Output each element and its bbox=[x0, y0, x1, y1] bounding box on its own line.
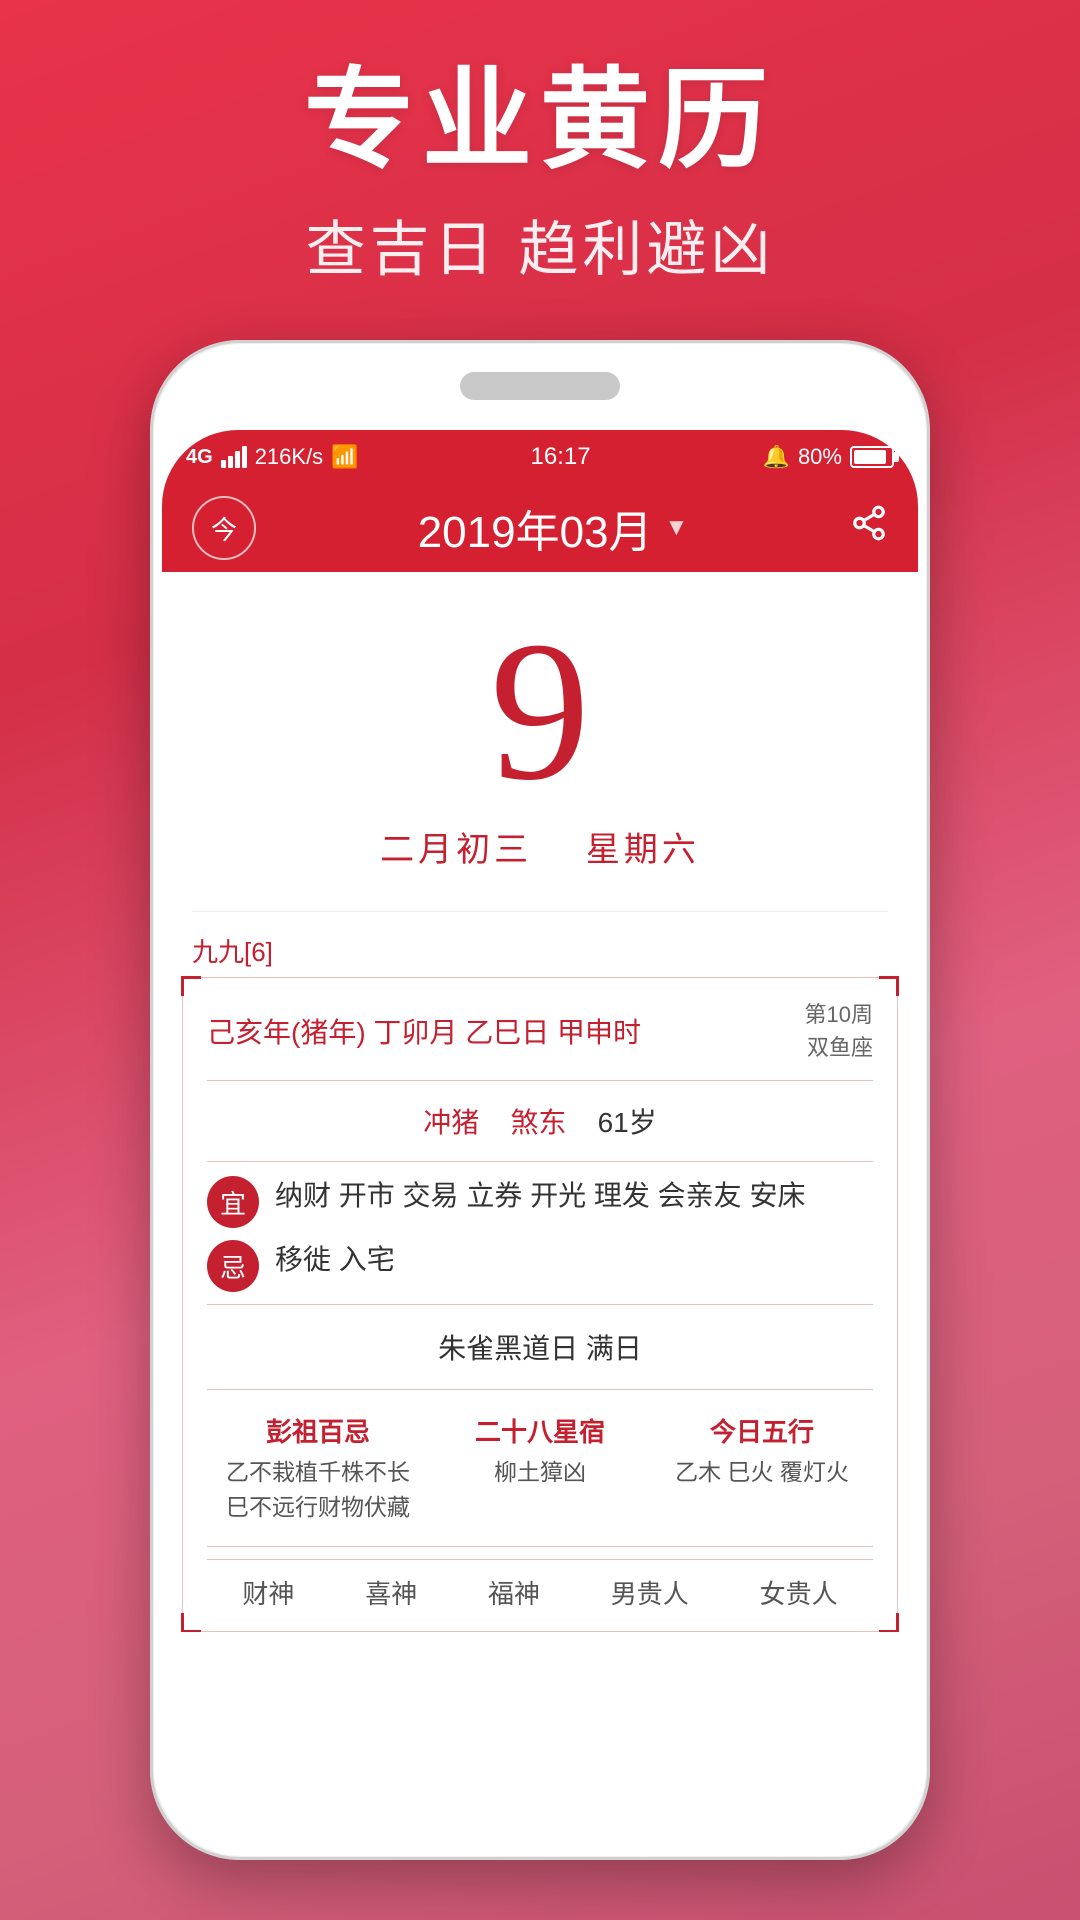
five-element-title: 今日五行 bbox=[655, 1412, 869, 1449]
star-28-title: 二十八星宿 bbox=[433, 1412, 647, 1449]
battery-fill bbox=[854, 450, 886, 464]
ji-content: 移徙 入宅 bbox=[275, 1238, 873, 1283]
month-display: 2019年03月 bbox=[418, 496, 653, 560]
ji-badge: 忌 bbox=[207, 1240, 259, 1292]
phone-screen: 4G 216K/s 📶 16:17 🔔 80% bbox=[162, 430, 918, 1848]
peng-zu-line1: 乙不栽植千株不长 bbox=[211, 1455, 425, 1490]
dropdown-arrow-icon: ▼ bbox=[665, 514, 689, 542]
god-male-noble: 男贵人 bbox=[611, 1574, 689, 1611]
peng-zu-item: 彭祖百忌 乙不栽植千株不长 巳不远行财物伏藏 bbox=[207, 1402, 429, 1534]
phone-mockup: 4G 216K/s 📶 16:17 🔔 80% bbox=[150, 340, 930, 1860]
peng-zu-line2: 巳不远行财物伏藏 bbox=[211, 1490, 425, 1525]
chong-label2: 煞东 bbox=[510, 1107, 566, 1138]
corner-br bbox=[879, 1613, 899, 1632]
today-button[interactable]: 今 bbox=[192, 496, 256, 560]
god-xishen: 喜神 bbox=[365, 1574, 417, 1611]
ji-row: 忌 移徙 入宅 bbox=[207, 1238, 873, 1292]
info-card: 己亥年(猪年) 丁卯月 乙巳日 甲申时 第10周 双鱼座 冲猪 煞东 bbox=[182, 977, 898, 1632]
status-left: 4G 216K/s 📶 bbox=[186, 444, 359, 470]
nine-nine-label: 九九[6] bbox=[162, 932, 918, 969]
yi-ji-section: 宜 纳财 开市 交易 立券 开光 理发 会亲友 安床 忌 移徙 入宅 bbox=[207, 1174, 873, 1292]
today-label: 今 bbox=[211, 510, 237, 547]
speed-label: 216K/s bbox=[255, 444, 324, 470]
status-bar: 4G 216K/s 📶 16:17 🔔 80% bbox=[162, 430, 918, 484]
card-divider-4 bbox=[207, 1389, 873, 1390]
peng-zu-content: 乙不栽植千株不长 巳不远行财物伏藏 bbox=[211, 1455, 425, 1524]
corner-bl bbox=[181, 1613, 201, 1632]
month-title[interactable]: 2019年03月 ▼ bbox=[418, 496, 689, 560]
phone-shell: 4G 216K/s 📶 16:17 🔔 80% bbox=[150, 340, 930, 1860]
lunar-label: 二月初三 bbox=[380, 831, 532, 869]
yi-badge: 宜 bbox=[207, 1176, 259, 1228]
star-28-item: 二十八星宿 柳土獐凶 bbox=[429, 1402, 651, 1534]
phone-speaker bbox=[460, 372, 620, 400]
card-divider-3 bbox=[207, 1304, 873, 1305]
card-divider-1 bbox=[207, 1080, 873, 1081]
chong-label1: 冲猪 bbox=[423, 1107, 479, 1138]
main-title: 专业黄历 bbox=[0, 60, 1080, 181]
ganzhi-row: 己亥年(猪年) 丁卯月 乙巳日 甲申时 第10周 双鱼座 bbox=[207, 998, 873, 1064]
status-time: 16:17 bbox=[531, 443, 591, 471]
top-divider bbox=[192, 911, 888, 912]
five-element-item: 今日五行 乙木 巳火 覆灯火 bbox=[651, 1402, 873, 1534]
god-fushen: 福神 bbox=[488, 1574, 540, 1611]
chong-age: 61岁 bbox=[598, 1107, 657, 1138]
yi-row: 宜 纳财 开市 交易 立券 开光 理发 会亲友 安床 bbox=[207, 1174, 873, 1228]
god-caishen: 财神 bbox=[242, 1574, 294, 1611]
weekday-label: 星期六 bbox=[586, 831, 700, 869]
card-divider-2 bbox=[207, 1161, 873, 1162]
big-date-number: 9 bbox=[162, 612, 918, 812]
app-header: 今 2019年03月 ▼ bbox=[162, 484, 918, 572]
yi-content: 纳财 开市 交易 立券 开光 理发 会亲友 安床 bbox=[275, 1174, 873, 1219]
signal-bars bbox=[221, 446, 247, 468]
star-28-content: 柳土獐凶 bbox=[433, 1455, 647, 1490]
bottom-gods-row: 财神 喜神 福神 男贵人 女贵人 bbox=[207, 1559, 873, 1611]
sub-title: 查吉日 趋利避凶 bbox=[0, 201, 1080, 288]
peng-zu-title: 彭祖百忌 bbox=[211, 1412, 425, 1449]
corner-tl bbox=[181, 976, 201, 996]
lunar-date: 二月初三 星期六 bbox=[162, 822, 918, 871]
status-right: 🔔 80% bbox=[763, 444, 894, 470]
date-display: 9 二月初三 星期六 bbox=[162, 572, 918, 891]
ganzhi-main: 己亥年(猪年) 丁卯月 乙巳日 甲申时 bbox=[207, 1011, 641, 1051]
info-grid: 彭祖百忌 乙不栽植千株不长 巳不远行财物伏藏 二十八星宿 柳土獐凶 bbox=[207, 1402, 873, 1534]
five-element-content: 乙木 巳火 覆灯火 bbox=[655, 1455, 869, 1490]
share-button[interactable] bbox=[850, 504, 888, 552]
chong-row: 冲猪 煞东 61岁 bbox=[207, 1093, 873, 1149]
background: 专业黄历 查吉日 趋利避凶 4G 216K/s bbox=[0, 0, 1080, 328]
god-female-noble: 女贵人 bbox=[760, 1574, 838, 1611]
zodiac-label: 双鱼座 bbox=[805, 1031, 873, 1064]
top-section: 专业黄历 查吉日 趋利避凶 bbox=[0, 0, 1080, 328]
week-label: 第10周 bbox=[805, 998, 873, 1031]
ganzhi-side: 第10周 双鱼座 bbox=[805, 998, 873, 1064]
special-day: 朱雀黑道日 满日 bbox=[207, 1317, 873, 1377]
wifi-icon: 📶 bbox=[331, 444, 358, 470]
battery-icon bbox=[850, 446, 894, 468]
corner-tr bbox=[879, 976, 899, 996]
alarm-icon: 🔔 bbox=[763, 444, 790, 470]
signal-label: 4G bbox=[186, 446, 213, 469]
battery-percent: 80% bbox=[798, 444, 842, 470]
card-divider-5 bbox=[207, 1546, 873, 1547]
main-content: 9 二月初三 星期六 九九[6] bbox=[162, 572, 918, 1632]
